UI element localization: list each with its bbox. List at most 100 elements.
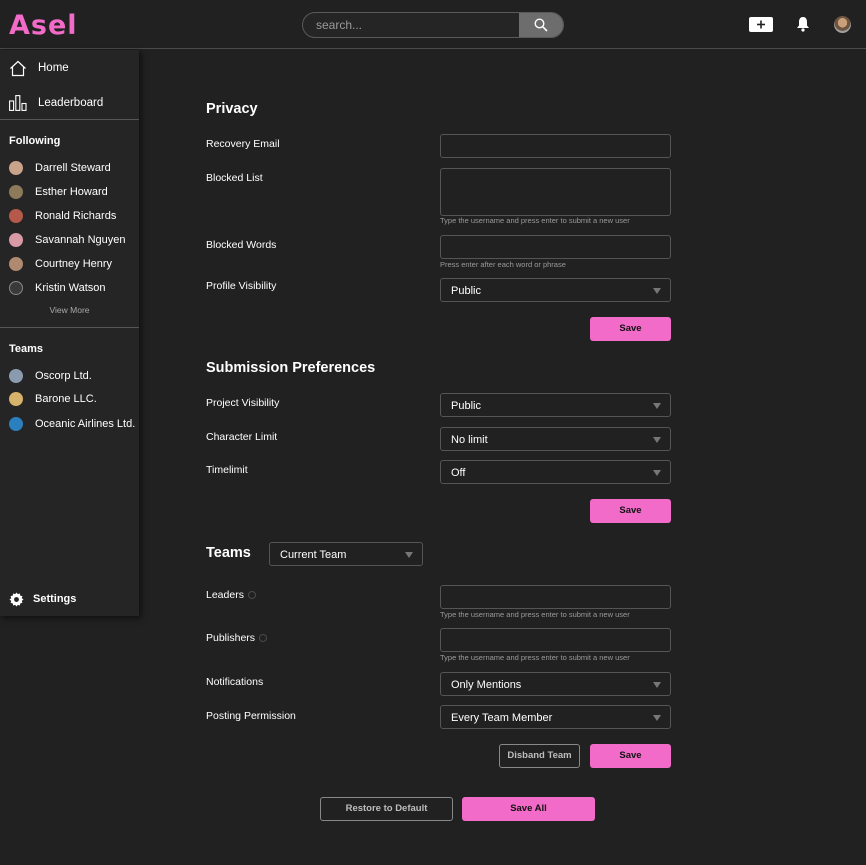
user-avatar[interactable]: [834, 16, 851, 33]
chevron-down-icon: [653, 715, 661, 721]
privacy-save-button[interactable]: Save: [590, 317, 671, 341]
character-limit-value: No limit: [451, 434, 488, 446]
following-item[interactable]: Esther Howard: [0, 182, 139, 202]
notifications-select[interactable]: Only Mentions: [440, 672, 671, 696]
sidebar-divider: [0, 327, 139, 328]
top-bar: Asel: [0, 0, 866, 49]
nav-home-label: Home: [38, 62, 69, 74]
gear-icon: [9, 591, 24, 607]
timelimit-value: Off: [451, 467, 466, 479]
team-item[interactable]: Barone LLC.: [0, 389, 139, 409]
avatar: [9, 161, 23, 175]
posting-permission-label: Posting Permission: [206, 710, 296, 722]
view-more-link[interactable]: View More: [0, 305, 139, 315]
publishers-field[interactable]: [440, 628, 671, 652]
profile-visibility-label: Profile Visibility: [206, 280, 277, 292]
publishers-hint: Type the username and press enter to sub…: [440, 653, 630, 662]
project-visibility-label: Project Visibility: [206, 397, 280, 409]
posting-permission-select[interactable]: Every Team Member: [440, 705, 671, 729]
restore-default-button[interactable]: Restore to Default: [320, 797, 453, 821]
following-item[interactable]: Courtney Henry: [0, 254, 139, 274]
team-select[interactable]: Current Team: [269, 542, 423, 566]
notifications-button[interactable]: [796, 16, 810, 37]
following-name: Darrell Steward: [35, 162, 111, 174]
following-title: Following: [9, 135, 61, 147]
following-item[interactable]: Kristin Watson: [0, 278, 139, 298]
leaders-hint: Type the username and press enter to sub…: [440, 610, 630, 619]
svg-text:Asel: Asel: [9, 11, 78, 37]
bell-icon: [797, 17, 809, 32]
project-visibility-select[interactable]: Public: [440, 393, 671, 417]
avatar: [9, 209, 23, 223]
character-limit-select[interactable]: No limit: [440, 427, 671, 451]
team-item[interactable]: Oscorp Ltd.: [0, 366, 139, 386]
following-item[interactable]: Darrell Steward: [0, 158, 139, 178]
blocked-list-field[interactable]: [440, 168, 671, 216]
following-name: Esther Howard: [35, 186, 108, 198]
search-button[interactable]: [519, 13, 563, 37]
leaders-field[interactable]: [440, 585, 671, 609]
timelimit-select[interactable]: Off: [440, 460, 671, 484]
leaderboard-icon: [9, 95, 27, 111]
blocked-list-label: Blocked List: [206, 172, 263, 184]
recovery-email-label: Recovery Email: [206, 138, 280, 150]
notifications-label: Notifications: [206, 676, 264, 688]
team-avatar: [9, 369, 23, 383]
following-name: Kristin Watson: [35, 282, 106, 294]
following-item[interactable]: Savannah Nguyen: [0, 230, 139, 250]
privacy-title: Privacy: [206, 101, 258, 117]
plus-icon: [749, 17, 773, 32]
team-select-value: Current Team: [280, 549, 347, 561]
sidebar: Home Leaderboard Following Darrell Stewa…: [0, 50, 139, 616]
posting-permission-value: Every Team Member: [451, 712, 553, 724]
project-visibility-value: Public: [451, 400, 481, 412]
sidebar-divider: [0, 119, 139, 120]
avatar: [9, 257, 23, 271]
team-name: Oscorp Ltd.: [35, 370, 92, 382]
team-item[interactable]: Oceanic Airlines Ltd.: [0, 414, 139, 434]
nav-home[interactable]: Home: [0, 53, 139, 83]
help-icon[interactable]: [247, 591, 256, 600]
chevron-down-icon: [653, 288, 661, 294]
teams-section-title: Teams: [206, 545, 251, 561]
profile-visibility-value: Public: [451, 285, 481, 297]
settings-link[interactable]: Settings: [9, 590, 76, 608]
avatar: [9, 233, 23, 247]
profile-visibility-select[interactable]: Public: [440, 278, 671, 302]
leaders-label-text: Leaders: [206, 589, 244, 601]
chevron-down-icon: [405, 552, 413, 558]
recovery-email-field[interactable]: [440, 134, 671, 158]
nav-leaderboard[interactable]: Leaderboard: [0, 88, 139, 118]
chevron-down-icon: [653, 403, 661, 409]
character-limit-label: Character Limit: [206, 431, 278, 443]
chevron-down-icon: [653, 682, 661, 688]
blocked-words-hint: Press enter after each word or phrase: [440, 260, 566, 269]
team-avatar: [9, 392, 23, 406]
chevron-down-icon: [653, 437, 661, 443]
following-item[interactable]: Ronald Richards: [0, 206, 139, 226]
search-icon: [534, 18, 548, 32]
help-icon[interactable]: [259, 634, 268, 643]
teams-save-button[interactable]: Save: [590, 744, 671, 768]
search-input[interactable]: [303, 13, 521, 37]
leaders-label: Leaders: [206, 589, 256, 601]
submission-title: Submission Preferences: [206, 360, 376, 376]
disband-team-button[interactable]: Disband Team: [499, 744, 580, 768]
save-all-button[interactable]: Save All: [462, 797, 595, 821]
avatar: [9, 281, 23, 295]
following-name: Savannah Nguyen: [35, 234, 126, 246]
teams-title: Teams: [9, 343, 44, 355]
search-bar: [302, 12, 564, 38]
following-name: Courtney Henry: [35, 258, 113, 270]
blocked-words-field[interactable]: [440, 235, 671, 259]
settings-label: Settings: [33, 593, 77, 605]
submission-save-button[interactable]: Save: [590, 499, 671, 523]
team-name: Barone LLC.: [35, 393, 97, 405]
notifications-value: Only Mentions: [451, 679, 522, 691]
publishers-label-text: Publishers: [206, 632, 256, 644]
team-name: Oceanic Airlines Ltd.: [35, 418, 136, 430]
app-logo[interactable]: Asel: [9, 10, 85, 42]
create-button[interactable]: [749, 17, 773, 37]
blocked-list-hint: Type the username and press enter to sub…: [440, 216, 630, 225]
timelimit-label: Timelimit: [206, 464, 248, 476]
